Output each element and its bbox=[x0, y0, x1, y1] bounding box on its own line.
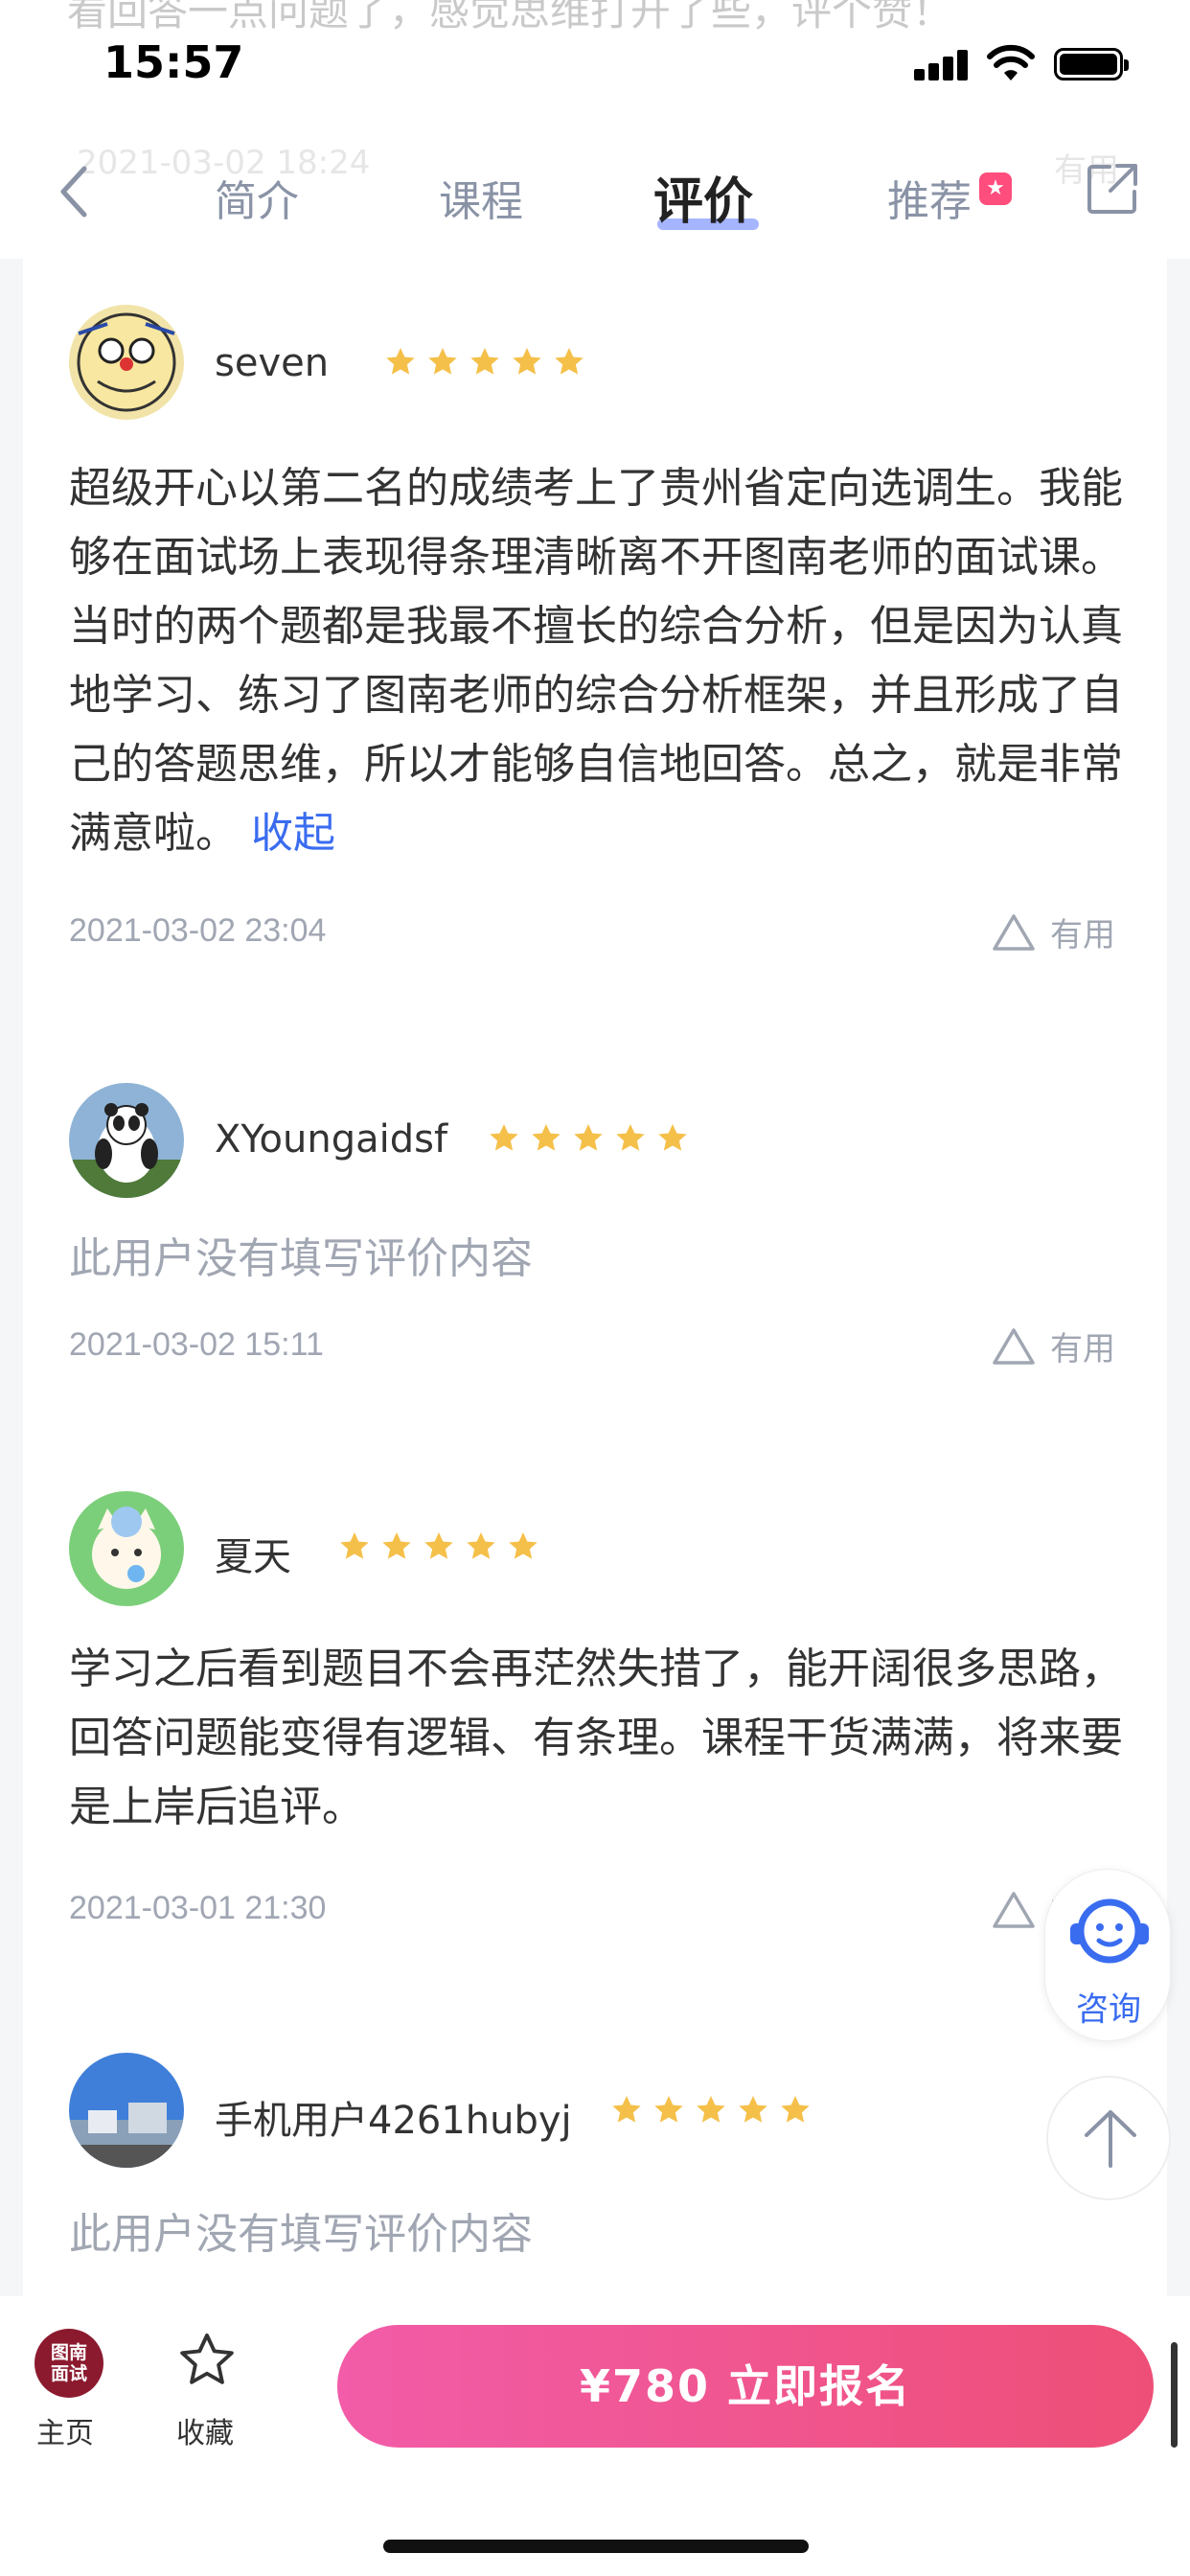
home-indicator bbox=[383, 2540, 809, 2553]
user-avatar[interactable] bbox=[69, 305, 184, 420]
user-avatar[interactable] bbox=[69, 1491, 184, 1606]
star-icon bbox=[340, 1532, 369, 1559]
recommend-badge: ★ bbox=[979, 172, 1012, 205]
collapse-link[interactable]: 收起 bbox=[251, 809, 335, 858]
star-icon bbox=[739, 2096, 767, 2123]
username: seven bbox=[215, 341, 330, 385]
scrolled-content-ghost: 看回答一点问题了，感觉思维打开了些，评个赞！ bbox=[67, 0, 953, 34]
username: 夏天 bbox=[215, 1535, 291, 1579]
tab-review[interactable]: 评价 bbox=[653, 161, 753, 233]
star-icon bbox=[654, 2096, 683, 2123]
thumbs-up-icon bbox=[993, 1327, 1035, 1365]
star-icon bbox=[616, 1124, 645, 1151]
star-rating bbox=[337, 1530, 540, 1564]
arrow-up-icon bbox=[1085, 2110, 1136, 2168]
share-icon[interactable] bbox=[1085, 161, 1140, 217]
tab-intro[interactable]: 简介 bbox=[215, 167, 299, 228]
star-icon bbox=[467, 1532, 495, 1559]
review-date: 2021-03-01 21:30 bbox=[69, 1890, 327, 1926]
customer-service-icon bbox=[1070, 1898, 1149, 1964]
review-text: 此用户没有填写评价内容 bbox=[69, 2210, 533, 2259]
user-avatar[interactable] bbox=[69, 1083, 184, 1198]
back-to-top-button[interactable] bbox=[1046, 2076, 1171, 2200]
tab-recommend[interactable]: 推荐 bbox=[887, 167, 972, 228]
back-icon[interactable] bbox=[56, 163, 94, 220]
star-icon bbox=[532, 1124, 561, 1151]
review-text: 超级开心以第二名的成绩考上了贵州省定向选调生。我能够在面试场上表现得条理清晰离不… bbox=[69, 454, 1133, 868]
review-text: 此用户没有填写评价内容 bbox=[69, 1234, 533, 1283]
consult-button[interactable]: 咨询 bbox=[1044, 1869, 1171, 2041]
username: 手机用户4261hubyj bbox=[215, 2099, 572, 2143]
nav-bar: 2021-03-02 18:24 有用 简介 课程 评价 推荐 ★ bbox=[0, 125, 1190, 259]
star-icon bbox=[513, 348, 541, 375]
star-outline-icon[interactable] bbox=[174, 2329, 240, 2392]
star-rating bbox=[383, 345, 586, 380]
home-label[interactable]: 主页 bbox=[36, 2409, 94, 2451]
useful-button[interactable]: 有用 bbox=[991, 908, 1115, 955]
review-date: 2021-03-02 15:11 bbox=[69, 1326, 324, 1363]
star-icon bbox=[428, 348, 457, 375]
user-avatar[interactable] bbox=[69, 2053, 184, 2168]
reviews-list: seven 超级开心以第二名的成绩考上了贵州省定向选调生。我能够在面试场上表现得… bbox=[23, 259, 1167, 2296]
star-icon bbox=[555, 348, 584, 375]
status-bar: 看回答一点问题了，感觉思维打开了些，评个赞！ 15:57 bbox=[0, 0, 1190, 125]
wifi-icon bbox=[987, 44, 1035, 80]
tab-course[interactable]: 课程 bbox=[439, 167, 523, 228]
star-icon bbox=[382, 1532, 411, 1559]
review-date: 2021-03-02 23:04 bbox=[69, 912, 327, 949]
cellular-signal-icon bbox=[914, 50, 968, 80]
star-icon bbox=[697, 2096, 725, 2123]
favorite-label[interactable]: 收藏 bbox=[176, 2409, 234, 2451]
star-icon bbox=[509, 1532, 538, 1559]
star-rating bbox=[487, 1121, 690, 1156]
star-icon bbox=[574, 1124, 603, 1151]
scrollbar bbox=[1171, 2342, 1178, 2448]
status-time: 15:57 bbox=[103, 36, 244, 88]
star-icon bbox=[781, 2096, 810, 2123]
star-icon bbox=[470, 348, 499, 375]
thumbs-up-icon bbox=[993, 1891, 1035, 1928]
star-rating bbox=[609, 2093, 812, 2128]
brand-logo[interactable]: 图南 面试 bbox=[34, 2329, 103, 2398]
battery-icon bbox=[1054, 48, 1129, 80]
star-icon bbox=[424, 1532, 453, 1559]
consult-label: 咨询 bbox=[1076, 1990, 1141, 2029]
useful-button[interactable]: 有用 bbox=[991, 1322, 1115, 1369]
signup-button[interactable]: ¥780 立即报名 bbox=[337, 2325, 1154, 2448]
useful-label: 有用 bbox=[1050, 1330, 1115, 1368]
thumbs-up-icon bbox=[993, 913, 1035, 951]
review-text-body: 超级开心以第二名的成绩考上了贵州省定向选调生。我能够在面试场上表现得条理清晰离不… bbox=[69, 464, 1123, 858]
bottom-bar: 图南 面试 主页 收藏 ¥780 立即报名 bbox=[0, 2296, 1190, 2576]
star-icon bbox=[658, 1124, 687, 1151]
star-icon bbox=[386, 348, 415, 375]
useful-label: 有用 bbox=[1050, 916, 1115, 954]
review-text: 学习之后看到题目不会再茫然失措了，能开阔很多思路，回答问题能变得有逻辑、有条理。… bbox=[69, 1644, 1123, 1831]
username: XYoungaidsf bbox=[215, 1117, 448, 1162]
star-icon bbox=[490, 1124, 518, 1151]
star-icon bbox=[612, 2096, 641, 2123]
